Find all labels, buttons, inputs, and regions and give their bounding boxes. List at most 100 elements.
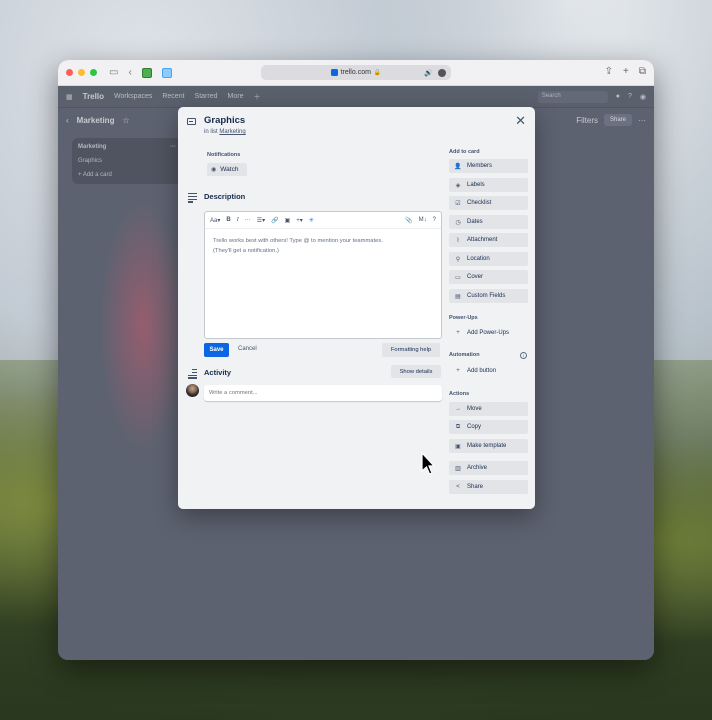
browser-actions: ⇪ + ⧉ xyxy=(605,66,646,77)
markdown-icon[interactable]: M↓ xyxy=(419,217,427,224)
add-card-button[interactable]: + Add a card xyxy=(78,172,176,178)
watch-button[interactable]: ◉ Watch xyxy=(207,163,247,176)
notifications-icon[interactable]: ● xyxy=(616,93,620,100)
zoom-window-button[interactable] xyxy=(90,69,97,76)
dates-button[interactable]: ◷ Dates xyxy=(449,215,528,229)
archive-button[interactable]: ▥ Archive xyxy=(449,461,528,475)
new-tab-icon[interactable]: + xyxy=(623,66,629,77)
activity-title: Activity xyxy=(204,368,232,377)
tab-favicon-sheets-icon[interactable] xyxy=(141,67,152,78)
power-ups-label: Power-Ups xyxy=(449,315,478,321)
board-menu-icon[interactable]: ··· xyxy=(638,116,646,125)
card-title[interactable]: Graphics xyxy=(204,115,245,126)
add-power-ups-button[interactable]: + Add Power-Ups xyxy=(449,326,528,340)
cover-button[interactable]: ▭ Cover xyxy=(449,270,528,284)
make-template-button[interactable]: ▣ Make template xyxy=(449,439,528,453)
plus-icon: + xyxy=(456,368,460,374)
board-share-button[interactable]: Share xyxy=(603,114,632,126)
nav-recent[interactable]: Recent xyxy=(162,93,184,100)
window-controls xyxy=(66,69,97,76)
board-title[interactable]: Marketing xyxy=(77,116,115,125)
nav-more[interactable]: More xyxy=(228,93,244,100)
address-url: trello.com xyxy=(340,69,371,76)
members-button[interactable]: 👤 Members xyxy=(449,159,528,173)
list-dropdown-icon[interactable]: ☰▾ xyxy=(257,217,265,224)
header-right: Search ● ? ◉ xyxy=(537,90,646,103)
help-icon[interactable]: ? xyxy=(628,93,632,100)
list-card[interactable]: Graphics xyxy=(78,158,176,164)
info-icon[interactable]: i xyxy=(520,352,527,359)
copy-button[interactable]: ⧉ Copy xyxy=(449,420,528,434)
collapse-sidebar-icon[interactable]: ‹ xyxy=(66,116,69,125)
close-icon[interactable]: ✕ xyxy=(515,114,526,127)
add-button-button[interactable]: + Add button xyxy=(449,364,528,378)
site-settings-icon[interactable] xyxy=(438,68,446,77)
checklist-button[interactable]: ☑ Checklist xyxy=(449,196,528,210)
notifications-label: Notifications xyxy=(207,152,241,158)
list-menu-icon[interactable]: ··· xyxy=(170,144,176,150)
paperclip-icon: ⌇ xyxy=(456,237,460,244)
ai-sparkle-icon[interactable]: ✳ xyxy=(309,217,314,224)
nav-starred[interactable]: Starred xyxy=(195,93,218,100)
location-button[interactable]: ⚲ Location xyxy=(449,252,528,266)
show-details-button[interactable]: Show details xyxy=(391,365,441,378)
insert-plus-icon[interactable]: +▾ xyxy=(296,217,303,224)
more-formatting-icon[interactable]: ··· xyxy=(245,217,251,223)
italic-button[interactable]: I xyxy=(237,217,239,223)
cancel-button[interactable]: Cancel xyxy=(238,346,257,352)
card-detail-modal: ✕ Graphics in list Marketing Notificatio… xyxy=(178,107,535,509)
formatting-help-button[interactable]: Formatting help xyxy=(382,343,440,357)
list-title[interactable]: Marketing xyxy=(78,144,106,150)
template-icon: ▣ xyxy=(455,443,461,450)
in-list-prefix: in list xyxy=(204,129,218,135)
move-button[interactable]: → Move xyxy=(449,402,528,416)
avatar xyxy=(186,384,199,397)
board-background-accent xyxy=(98,196,188,456)
description-icon xyxy=(188,193,197,204)
trello-search-input[interactable]: Search xyxy=(537,90,608,103)
trello-logo[interactable]: Trello xyxy=(83,92,104,101)
tab-overview-icon[interactable]: ⧉ xyxy=(639,66,646,77)
automation-label: Automation xyxy=(449,352,480,358)
description-editor[interactable]: Aa▾ B I ··· ☰▾ 🔗 ▣ +▾ ✳ 📎 M↓ ? Trello wo… xyxy=(204,211,442,339)
account-avatar[interactable]: ◉ xyxy=(640,93,646,101)
address-bar[interactable]: trello.com 🔒 🔊 xyxy=(261,65,451,80)
share-page-icon[interactable]: ⇪ xyxy=(605,66,613,77)
trello-favicon-icon xyxy=(330,69,338,76)
attachment-icon[interactable]: 📎 xyxy=(405,217,412,224)
list-header: Marketing ··· xyxy=(78,144,176,150)
filters-button[interactable]: Filters xyxy=(576,116,598,125)
comment-input[interactable] xyxy=(204,385,442,401)
editor-placeholder-line1: Trello works best with others! Type @ to… xyxy=(213,238,383,244)
star-icon[interactable]: ☆ xyxy=(122,116,129,125)
help-icon[interactable]: ? xyxy=(433,217,436,224)
custom-fields-button[interactable]: ▤ Custom Fields xyxy=(449,289,528,303)
close-window-button[interactable] xyxy=(66,69,73,76)
list-link[interactable]: Marketing xyxy=(219,129,245,135)
nav-workspaces[interactable]: Workspaces xyxy=(114,93,152,100)
share-button[interactable]: < Share xyxy=(449,480,528,494)
attachment-button[interactable]: ⌇ Attachment xyxy=(449,233,528,247)
apps-grid-icon[interactable]: ▦ xyxy=(66,93,73,101)
description-title: Description xyxy=(204,192,246,201)
minimize-window-button[interactable] xyxy=(78,69,85,76)
back-arrow-icon[interactable]: ‹ xyxy=(128,67,131,78)
list-column: Marketing ··· Graphics + Add a card xyxy=(72,138,182,184)
audio-icon[interactable]: 🔊 xyxy=(424,69,433,77)
tab-favicon-app-icon[interactable] xyxy=(161,67,172,78)
editor-placeholder-line2: (They'll get a notification.) xyxy=(213,247,279,254)
create-plus-icon[interactable]: ＋ xyxy=(253,92,260,102)
browser-toolbar: ▭ ‹ trello.com 🔒 🔊 ⇪ + ⧉ xyxy=(58,60,654,86)
editor-placeholder: Trello works best with others! Type @ to… xyxy=(205,229,441,265)
custom-fields-icon: ▤ xyxy=(455,293,461,300)
plus-icon: + xyxy=(456,330,460,336)
image-icon[interactable]: ▣ xyxy=(285,217,291,224)
copy-icon: ⧉ xyxy=(455,423,461,430)
sidebar-toggle-icon[interactable]: ▭ xyxy=(109,67,118,78)
save-button[interactable]: Save xyxy=(204,343,229,357)
share-icon: < xyxy=(456,484,460,490)
labels-button[interactable]: ◈ Labels xyxy=(449,178,528,192)
link-icon[interactable]: 🔗 xyxy=(271,217,278,224)
text-style-dropdown[interactable]: Aa▾ xyxy=(210,217,220,224)
bold-button[interactable]: B xyxy=(226,217,230,223)
